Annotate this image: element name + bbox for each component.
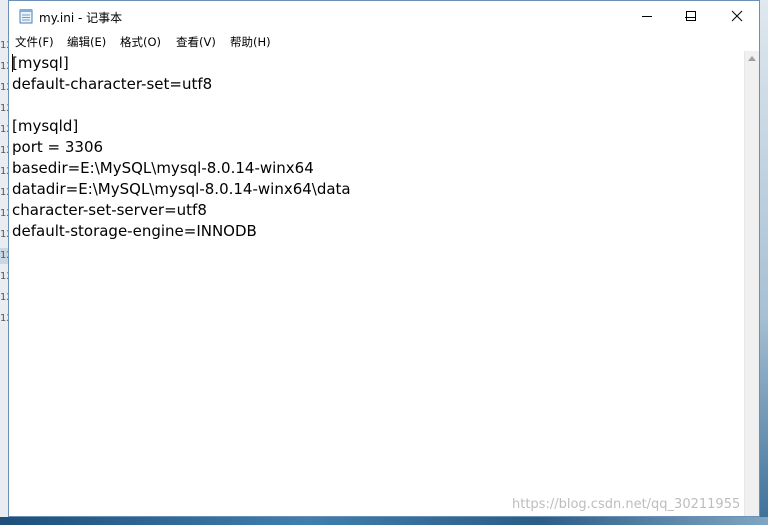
background-line-number: 12 [0, 124, 8, 135]
close-button[interactable] [714, 0, 760, 31]
background-line-number: 12 [0, 229, 8, 240]
desktop-background-right [760, 0, 768, 525]
background-line-number: 12 [0, 61, 8, 72]
background-line-number: 12 [0, 208, 8, 219]
maximize-button[interactable] [668, 0, 714, 31]
window-title: my.ini - 记事本 [39, 11, 123, 25]
close-icon [731, 10, 743, 21]
editor-text: [mysql] default-character-set=utf8 [mysq… [12, 53, 351, 242]
menu-help[interactable]: 帮助(H) [230, 34, 271, 50]
background-line-number: 12 [0, 166, 8, 177]
scroll-up-arrow-icon[interactable] [748, 56, 756, 61]
menu-format[interactable]: 格式(O) [120, 34, 161, 50]
editor-line: default-character-set=utf8 [12, 75, 213, 93]
background-line-number: 12 [0, 40, 8, 51]
vertical-scrollbar[interactable] [744, 51, 759, 516]
background-line-number: 12 [0, 145, 8, 156]
desktop-background-bottom [0, 517, 768, 525]
background-line-number: 12 [0, 313, 8, 324]
background-line-number: 12 [0, 82, 8, 93]
menu-bar: 文件(F) 编辑(E) 格式(O) 查看(V) 帮助(H) [9, 32, 759, 51]
menu-file[interactable]: 文件(F) [15, 34, 54, 50]
watermark: https://blog.csdn.net/qq_30211955 [512, 497, 741, 512]
notepad-app-icon[interactable] [19, 8, 33, 24]
background-window-strip: 12 12 12 12 12 12 12 12 12 12 12 12 12 12 [0, 0, 8, 525]
editor-line: default-storage-engine=INNODB [12, 222, 257, 240]
menu-edit[interactable]: 编辑(E) [67, 34, 106, 50]
editor-line: datadir=E:\MySQL\mysql-8.0.14-winx64\dat… [12, 180, 351, 198]
maximize-icon [686, 10, 696, 21]
editor-line: [mysql] [12, 54, 69, 72]
background-line-number: 12 [0, 250, 8, 261]
background-line-number: 12 [0, 103, 8, 114]
notepad-window: my.ini - 记事本 文件(F) 编辑(E) 格式(O) 查看(V) 帮助(… [8, 0, 760, 517]
editor-line: character-set-server=utf8 [12, 201, 207, 219]
background-line-number: 12 [0, 271, 8, 282]
editor-line: port = 3306 [12, 138, 104, 156]
editor-line: [mysqld] [12, 117, 79, 135]
background-line-number: 12 [0, 292, 8, 303]
minimize-button[interactable] [624, 0, 670, 31]
background-line-number: 12 [0, 187, 8, 198]
minimize-icon [642, 15, 652, 17]
text-editor-area[interactable]: [mysql] default-character-set=utf8 [mysq… [9, 51, 743, 516]
menu-view[interactable]: 查看(V) [176, 34, 216, 50]
editor-line: basedir=E:\MySQL\mysql-8.0.14-winx64 [12, 159, 314, 177]
